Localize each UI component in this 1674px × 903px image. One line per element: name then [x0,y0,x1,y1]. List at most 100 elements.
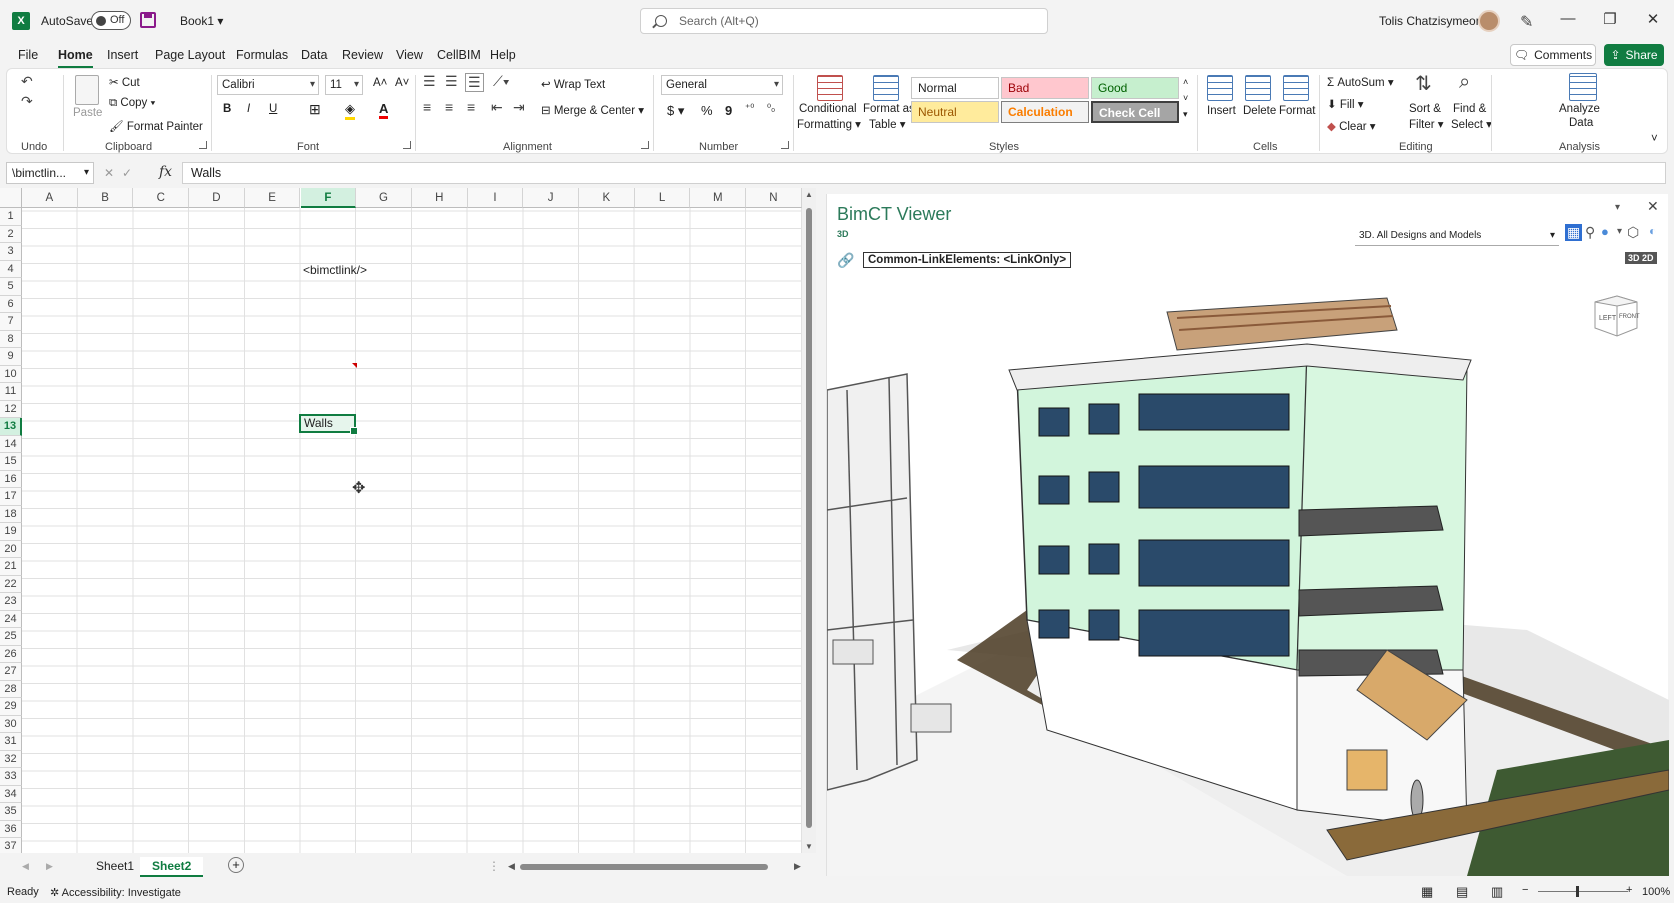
column-header-n[interactable]: N [746,188,802,208]
conditional-formatting-button[interactable]: Formatting ▾ [797,117,861,131]
row-header-15[interactable]: 15 [0,453,22,471]
workbook-title-dropdown[interactable]: Book1 ▾ [180,14,223,28]
delete-cells-icon[interactable] [1245,75,1271,101]
row-header-22[interactable]: 22 [0,575,22,593]
next-sheet-icon[interactable]: ▶ [46,861,53,872]
accessibility-status[interactable]: ✲ Accessibility: Investigate [50,886,181,899]
formula-cancel-enter-icons[interactable]: ✕✓ [104,166,140,180]
number-format-select[interactable]: General [661,75,783,95]
column-header-d[interactable]: D [189,188,245,208]
analyze-data-label-2[interactable]: Data [1569,117,1593,129]
tab-splitter-icon[interactable]: ⋮ [488,859,500,873]
view-options-icon[interactable]: ▾ [1617,226,1622,237]
cell-grid[interactable] [22,208,806,858]
tab-review[interactable]: Review [342,48,383,62]
column-header-f[interactable]: F [300,188,357,208]
decrease-font-icon[interactable]: A˅ [395,77,409,89]
row-header-29[interactable]: 29 [0,698,22,716]
align-bottom-icon[interactable]: ☰ [465,73,484,92]
row-header-3[interactable]: 3 [0,243,22,261]
row-header-27[interactable]: 27 [0,663,22,681]
row-header-13[interactable]: 13 [0,418,22,436]
row-header-9[interactable]: 9 [0,348,22,366]
tab-data[interactable]: Data [301,48,327,62]
normal-view-icon[interactable]: ▦ [1421,884,1433,900]
row-header-8[interactable]: 8 [0,330,22,348]
autosave-toggle[interactable]: Off [91,11,131,30]
row-header-24[interactable]: 24 [0,610,22,628]
tab-view[interactable]: View [396,48,423,62]
row-header-36[interactable]: 36 [0,820,22,838]
row-header-32[interactable]: 32 [0,750,22,768]
tab-insert[interactable]: Insert [107,48,138,62]
vertical-scroll-thumb[interactable] [806,208,812,828]
number-launcher-icon[interactable] [781,141,789,149]
search-box[interactable]: Search (Alt+Q) [640,8,1048,34]
font-name-select[interactable]: Calibri [217,75,319,95]
currency-button[interactable]: $ ▾ [667,103,684,119]
format-cells-label[interactable]: Format [1279,105,1315,117]
row-header-18[interactable]: 18 [0,505,22,523]
share-button[interactable]: ⇪ Share [1604,44,1664,66]
align-left-icon[interactable]: ≡ [423,99,431,115]
pen-icon[interactable]: ✎ [1520,12,1533,32]
conditional-formatting-icon[interactable] [817,75,843,101]
copy-button[interactable]: ⧉ Copy ▾ [109,97,155,110]
row-header-23[interactable]: 23 [0,593,22,611]
row-header-1[interactable]: 1 [0,208,22,226]
increase-font-icon[interactable]: A˄ [373,77,387,89]
function-icon[interactable]: fx [159,164,172,180]
paste-icon[interactable] [75,75,99,105]
style-calculation[interactable]: Calculation [1001,101,1089,123]
scroll-left-icon[interactable]: ◀ [508,861,515,872]
column-header-b[interactable]: B [77,188,134,208]
orientation-icon[interactable]: ⟋▾ [493,73,510,90]
scroll-up-icon[interactable]: ▲ [805,190,813,199]
row-header-17[interactable]: 17 [0,488,22,506]
insert-cells-label[interactable]: Insert [1207,105,1236,117]
wrap-text-button[interactable]: ↩ Wrap Text [541,77,605,91]
row-header-26[interactable]: 26 [0,645,22,663]
row-header-6[interactable]: 6 [0,295,22,313]
active-cell-f13[interactable]: Walls [299,414,358,435]
row-header-12[interactable]: 12 [0,400,22,418]
restore-icon[interactable]: ❐ [1600,10,1620,28]
row-header-2[interactable]: 2 [0,225,22,243]
zoom-slider-thumb[interactable] [1576,886,1579,897]
link-elements-label[interactable]: Common-LinkElements: <LinkOnly> [863,252,1072,268]
analyze-data-label-1[interactable]: Analyze [1559,103,1600,115]
row-header-14[interactable]: 14 [0,435,22,453]
italic-button[interactable]: I [247,103,250,115]
collapse-ribbon-icon[interactable]: ˅ [1651,133,1658,145]
column-header-a[interactable]: A [22,188,78,208]
column-header-m[interactable]: M [690,188,747,208]
comments-button[interactable]: 🗨 Comments [1510,44,1596,66]
sphere-icon[interactable]: ◐ [1649,224,1656,238]
link-icon[interactable]: 🔗 [837,252,854,269]
column-header-j[interactable]: J [523,188,579,208]
autosum-button[interactable]: Σ AutoSum ▾ [1327,75,1394,89]
row-header-4[interactable]: 4 [0,260,22,278]
row-header-28[interactable]: 28 [0,680,22,698]
increase-decimal-icon[interactable]: ⁺⁰ [745,103,754,114]
sort-filter-label-1[interactable]: Sort & [1409,103,1441,115]
styles-scroll-down-icon[interactable]: ˅ [1183,93,1188,103]
font-color-icon[interactable]: A [379,101,389,119]
name-box[interactable]: \bimctlin... [6,162,94,184]
align-top-icon[interactable]: ☰ [423,73,436,90]
page-break-view-icon[interactable]: ▥ [1491,884,1503,900]
conditional-formatting-label-1[interactable]: Conditional [799,103,857,115]
undo-icon[interactable]: ↶ [21,73,33,90]
3d-building-scene[interactable] [827,270,1669,876]
paste-label[interactable]: Paste [73,107,102,119]
style-check-cell[interactable]: Check Cell [1091,101,1179,123]
styles-scroll-up-icon[interactable]: ˄ [1183,77,1188,87]
row-header-20[interactable]: 20 [0,540,22,558]
align-center-icon[interactable]: ≡ [445,99,453,115]
row-header-33[interactable]: 33 [0,768,22,786]
row-header-16[interactable]: 16 [0,470,22,488]
format-as-table-button[interactable]: Table ▾ [869,117,905,131]
pane-options-icon[interactable]: ▾ [1615,202,1620,213]
decrease-indent-icon[interactable]: ⇤ [491,99,503,116]
zoom-in-icon[interactable]: + [1626,884,1632,896]
